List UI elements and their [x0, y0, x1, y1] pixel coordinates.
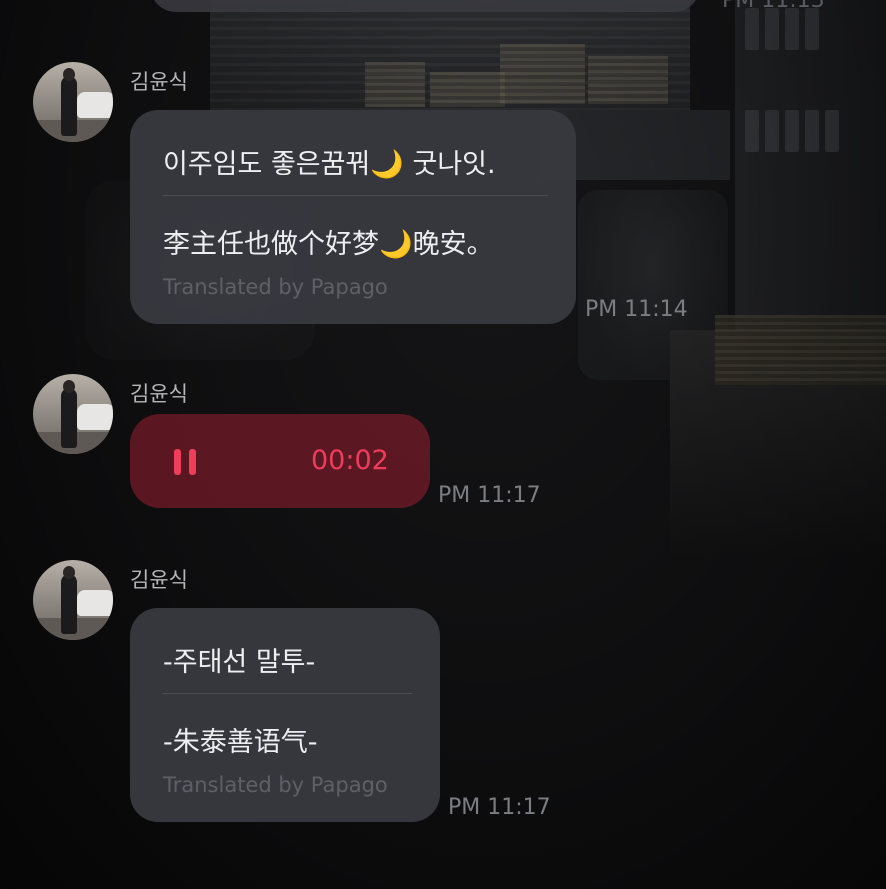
translated-by-label: Translated by Papago [163, 275, 388, 299]
voice-message-bubble[interactable]: 00:02 [130, 414, 430, 508]
sender-name: 김윤식 [130, 382, 188, 406]
previous-message-bubble[interactable] [150, 0, 700, 12]
message-time: PM 11:13 [722, 0, 825, 13]
sender-name: 김윤식 [130, 70, 188, 94]
sender-name: 김윤식 [130, 568, 188, 592]
message-time: PM 11:17 [448, 795, 551, 820]
message-bubble[interactable]: 이주임도 좋은꿈꿔🌙 굿나잇. 李主任也做个好梦🌙晚安。 Translated … [130, 110, 576, 324]
message-time: PM 11:17 [438, 483, 541, 508]
divider [163, 693, 412, 694]
divider [163, 195, 548, 196]
translated-text: 李主任也做个好梦🌙晚安。 [163, 229, 494, 260]
pause-icon[interactable] [174, 449, 196, 475]
original-text: -주태선 말투- [163, 647, 316, 678]
avatar[interactable] [33, 560, 113, 640]
message-bubble[interactable]: -주태선 말투- -朱泰善语气- Translated by Papago [130, 608, 440, 822]
translated-by-label: Translated by Papago [163, 773, 388, 797]
avatar[interactable] [33, 374, 113, 454]
voice-duration: 00:02 [311, 445, 389, 476]
message-time: PM 11:14 [585, 297, 688, 322]
avatar[interactable] [33, 62, 113, 142]
original-text: 이주임도 좋은꿈꿔🌙 굿나잇. [163, 149, 496, 180]
translated-text: -朱泰善语气- [163, 727, 318, 758]
